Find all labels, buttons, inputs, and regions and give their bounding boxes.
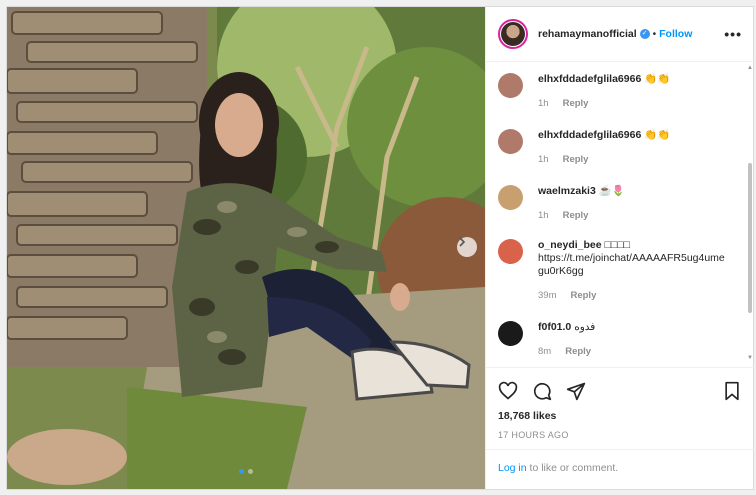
comment-time: 8m [538,346,552,357]
comment-username[interactable]: o_neydi_bee [538,239,602,251]
commenter-avatar[interactable] [498,239,523,264]
photo-illustration [7,7,485,489]
post-photo[interactable] [7,7,485,489]
comment-text: 👏👏 [644,73,671,85]
scroll-down-icon[interactable]: ▼ [747,355,753,361]
chevron-right-icon [459,237,466,247]
reply-button[interactable]: Reply [565,346,591,357]
commenter-avatar[interactable] [498,321,523,346]
comment-time: 1h [538,98,549,109]
comment-time: 1h [538,210,549,221]
comment-username[interactable]: elhxfddadefglila6966 [538,73,641,85]
reply-button[interactable]: Reply [563,154,589,165]
comments-scrollbar[interactable]: ▲ ▼ [746,63,754,365]
carousel-indicator [239,469,253,474]
post-username[interactable]: rehamaymanofficial [538,28,637,40]
comment-text: فدوه [574,321,596,333]
avatar[interactable] [498,19,528,49]
bookmark-icon[interactable] [722,381,742,401]
login-text: to like or comment. [526,462,619,474]
scrollbar-thumb[interactable] [748,163,752,313]
header-separator: • [652,28,657,40]
post-sidebar: rehamaymanofficial ✓ • Follow ••• elhxfd… [485,7,754,489]
instagram-post: rehamaymanofficial ✓ • Follow ••• elhxfd… [6,6,754,490]
comment-username[interactable]: f0f01.0 [538,321,571,333]
comment-time: 1h [538,154,549,165]
carousel-dot [248,469,253,474]
share-icon[interactable] [566,381,586,401]
comment-text: ☕🌷 [598,185,625,197]
post-header: rehamaymanofficial ✓ • Follow ••• [486,7,754,62]
comment-text: 👏👏 [644,129,671,141]
more-options-button[interactable]: ••• [724,26,742,42]
reply-button[interactable]: Reply [563,210,589,221]
verified-badge-icon: ✓ [639,29,650,39]
commenter-avatar[interactable] [498,185,523,210]
likes-count[interactable]: 18,768 likes [498,410,742,422]
login-prompt: Log in to like or comment. [486,449,754,489]
heart-icon[interactable] [498,381,518,401]
comment-username[interactable]: elhxfddadefglila6966 [538,129,641,141]
carousel-dot-active [239,469,244,474]
next-photo-button[interactable] [457,237,477,257]
post-actions: 18,768 likes 17 HOURS AGO [486,367,754,440]
login-link[interactable]: Log in [498,462,527,474]
commenter-avatar[interactable] [498,129,523,154]
comment-icon[interactable] [532,381,552,401]
comment-time: 39m [538,290,557,301]
comments-list[interactable]: elhxfddadefglila6966 👏👏 1h Reply elhxfdda… [486,63,754,365]
reply-button[interactable]: Reply [570,290,596,301]
scroll-up-icon[interactable]: ▲ [747,65,753,71]
comment-username[interactable]: waelmzaki3 [538,185,596,197]
reply-button[interactable]: Reply [563,98,589,109]
commenter-avatar[interactable] [498,73,523,98]
follow-button[interactable]: Follow [659,28,692,40]
post-timestamp[interactable]: 17 HOURS AGO [498,430,742,440]
